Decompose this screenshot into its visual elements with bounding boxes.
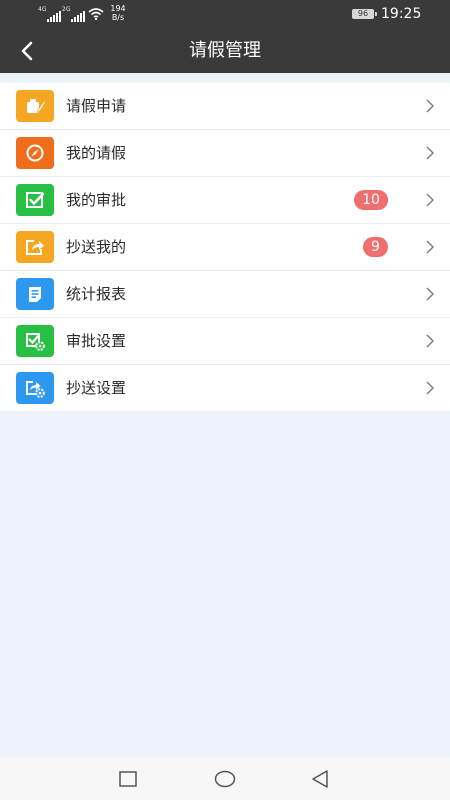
menu-item-label: 抄送设置 — [66, 379, 127, 397]
home-icon — [214, 770, 236, 788]
menu-item-label: 抄送我的 — [66, 238, 127, 256]
recent-apps-icon — [119, 771, 137, 787]
chevron-right-icon — [426, 334, 434, 348]
chevron-right-icon — [426, 287, 434, 301]
signal-bars-icon — [71, 10, 86, 22]
menu-item-cc-settings[interactable]: 抄送设置 — [0, 365, 450, 411]
menu-item-label: 统计报表 — [66, 285, 127, 303]
chevron-left-icon — [21, 41, 33, 61]
signal-bars-icon — [47, 10, 62, 22]
menu-item-label: 审批设置 — [66, 332, 127, 350]
chevron-right-icon — [426, 146, 434, 160]
chevron-right-icon — [426, 193, 434, 207]
menu-item-approval-settings[interactable]: 审批设置 — [0, 318, 450, 365]
unread-count-badge: 10 — [354, 190, 388, 210]
approval-settings-icon — [16, 325, 54, 357]
menu-item-statistics-report[interactable]: 统计报表 — [0, 271, 450, 318]
battery-icon: 96 — [352, 9, 377, 19]
chevron-right-icon — [426, 381, 434, 395]
chevron-right-icon — [426, 240, 434, 254]
wifi-icon — [88, 8, 104, 20]
back-triangle-icon — [312, 770, 328, 788]
report-icon — [16, 278, 54, 310]
clock: 19:25 — [381, 6, 422, 22]
network-speed-unit: B/s — [111, 13, 125, 22]
system-back-button[interactable] — [307, 766, 333, 792]
menu-item-label: 我的请假 — [66, 144, 127, 162]
status-bar: 4G 2G 194 B/s 96 19:25 — [0, 0, 450, 28]
chevron-right-icon — [426, 99, 434, 113]
compass-icon — [16, 137, 54, 169]
page-title: 请假管理 — [189, 40, 261, 61]
back-button[interactable] — [10, 34, 44, 68]
share-icon — [16, 231, 54, 263]
unread-count-badge: 9 — [363, 237, 388, 257]
network-speed-value: 194 — [110, 4, 126, 13]
signal-2g: 2G — [62, 6, 86, 22]
home-button[interactable] — [212, 766, 238, 792]
menu-item-my-approval[interactable]: 我的审批 10 — [0, 177, 450, 224]
menu-item-label: 请假申请 — [66, 97, 127, 115]
recent-apps-button[interactable] — [115, 766, 141, 792]
apply-leave-icon — [16, 90, 54, 122]
menu-list: 请假申请 我的请假 我的审批 10 抄送我的 9 统计报表 审批设置 抄送设置 — [0, 83, 450, 411]
network-type-label: 4G — [38, 6, 47, 13]
title-bar: 请假管理 — [0, 28, 450, 73]
cc-settings-icon — [16, 372, 54, 404]
checkbox-icon — [16, 184, 54, 216]
network-type-label: 2G — [62, 6, 71, 13]
menu-item-cc-to-me[interactable]: 抄送我的 9 — [0, 224, 450, 271]
system-navigation-bar — [0, 757, 450, 800]
network-speed: 194 B/s — [109, 4, 127, 22]
menu-item-apply-leave[interactable]: 请假申请 — [0, 83, 450, 130]
menu-item-label: 我的审批 — [66, 191, 127, 209]
menu-item-my-leave[interactable]: 我的请假 — [0, 130, 450, 177]
signal-4g: 4G — [38, 6, 62, 22]
